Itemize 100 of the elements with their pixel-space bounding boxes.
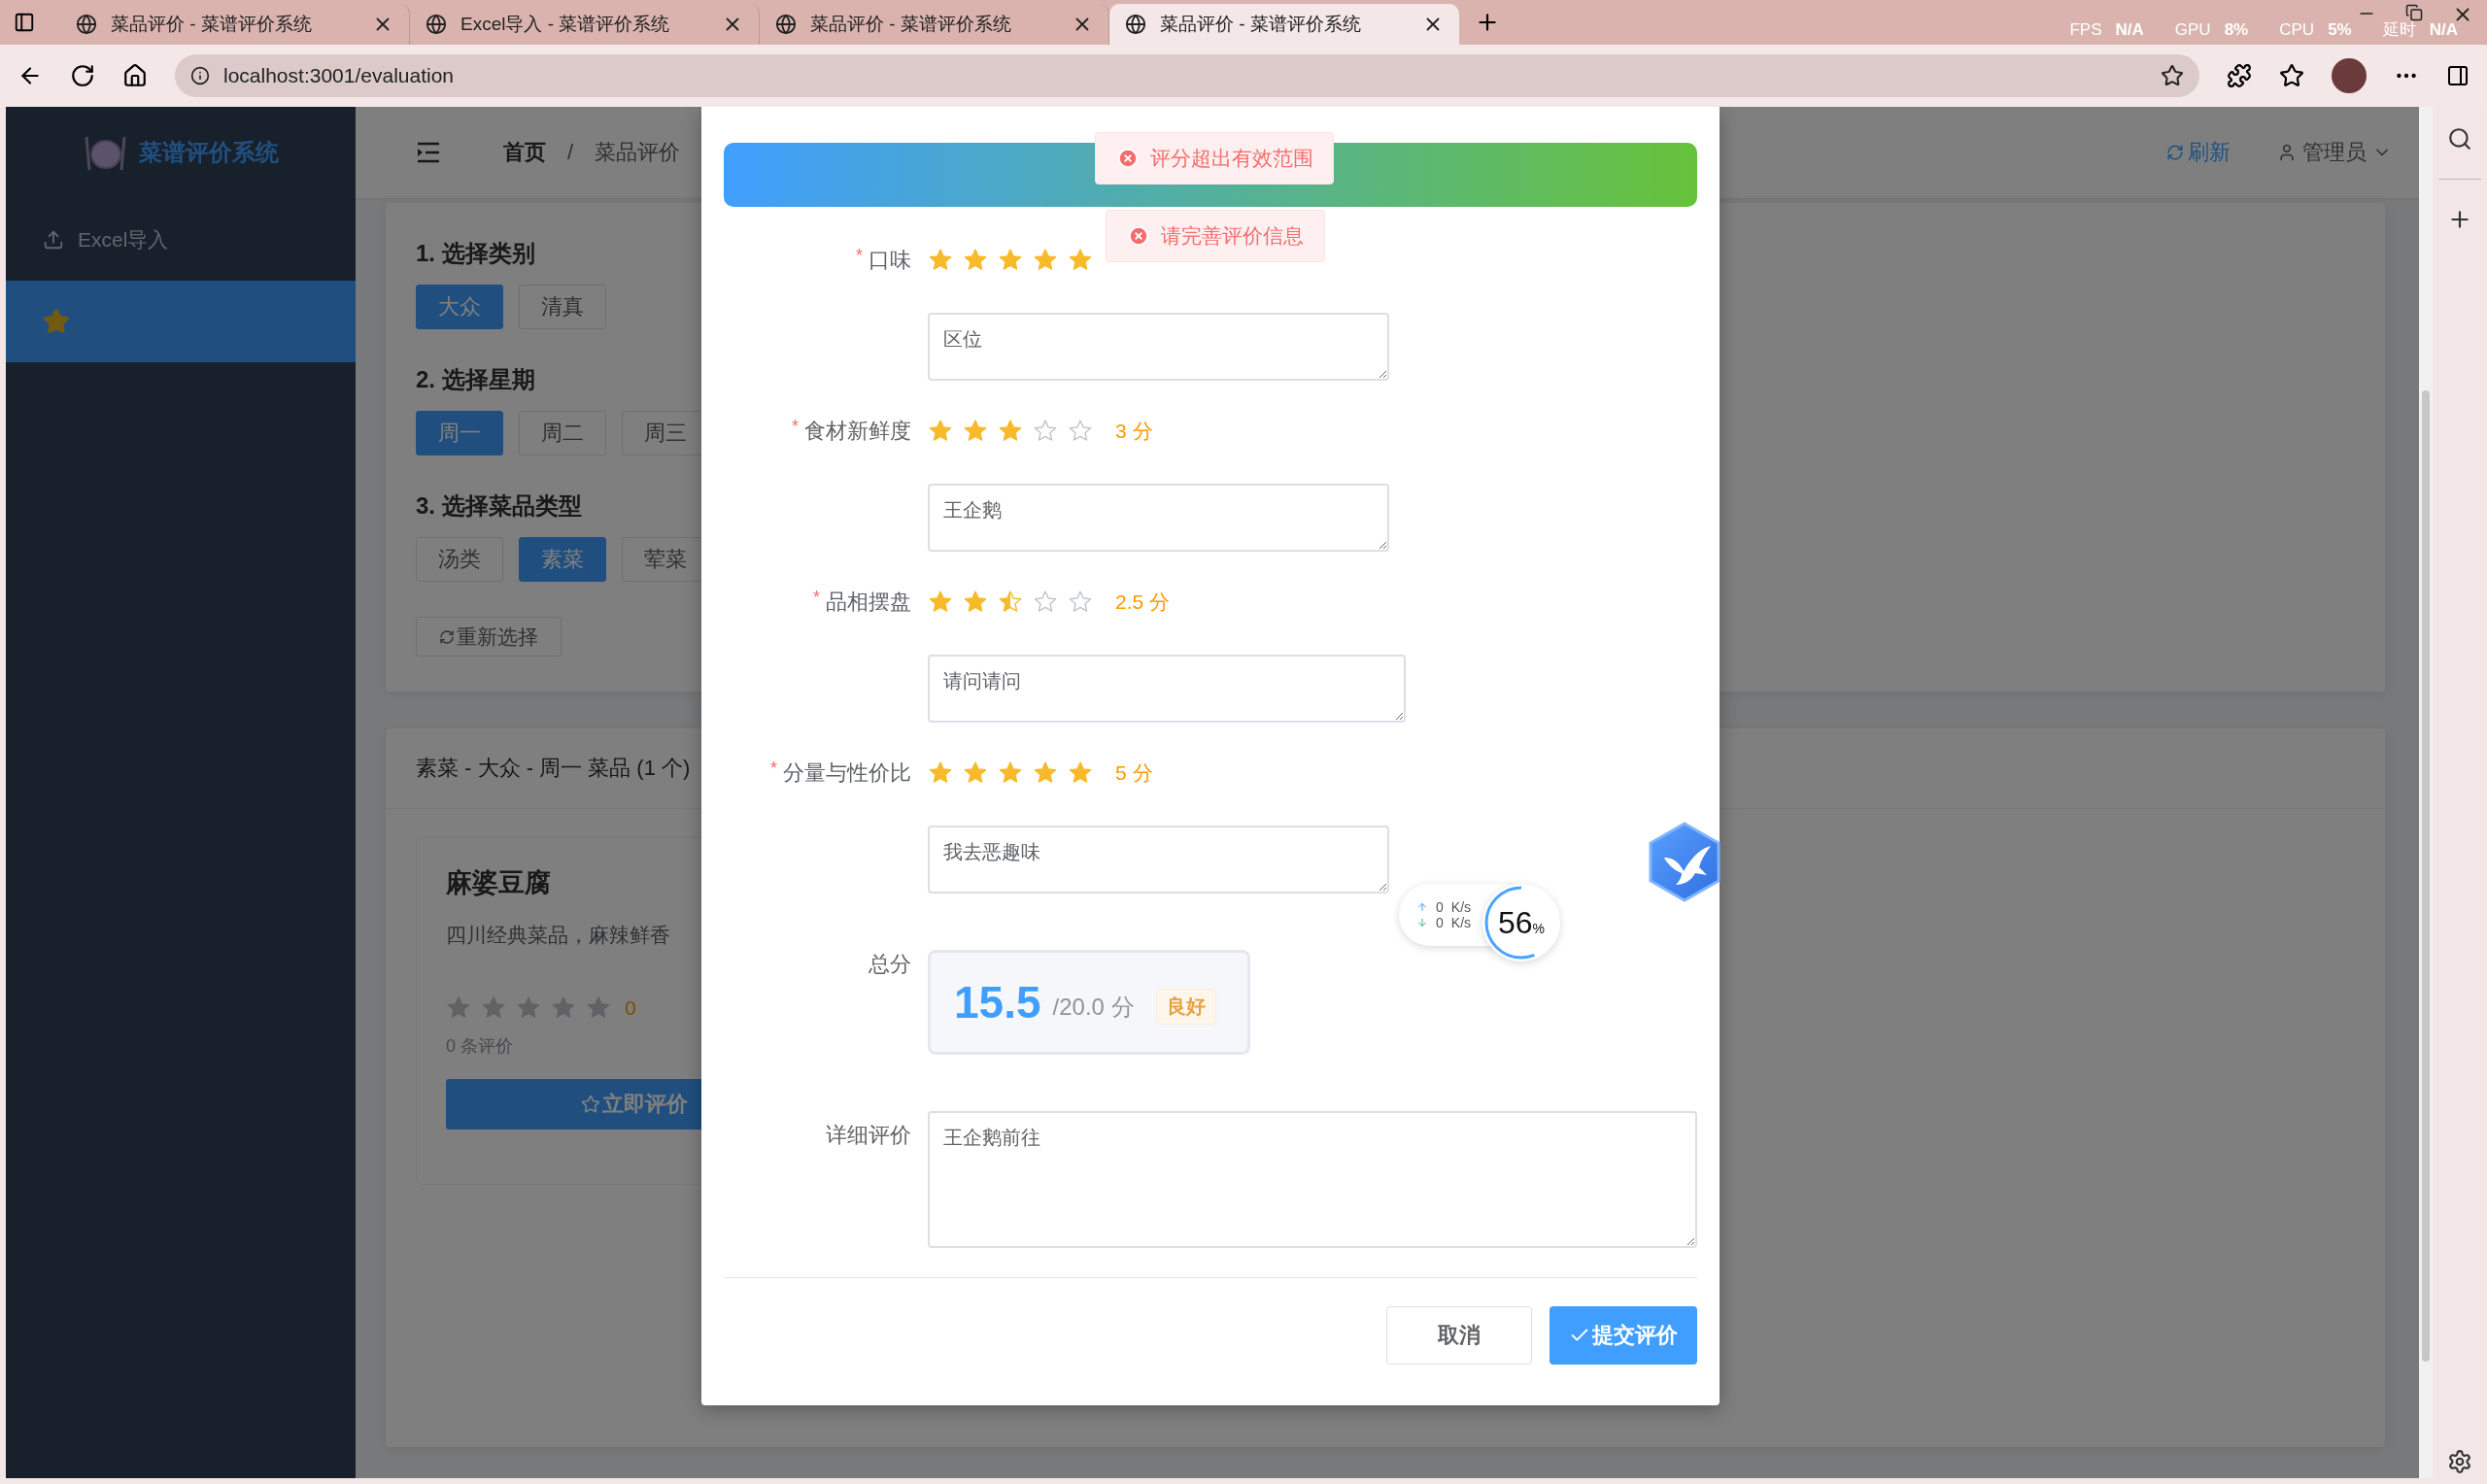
star-icon[interactable] bbox=[928, 760, 953, 786]
settings-icon[interactable] bbox=[2447, 1449, 2472, 1474]
star-icon bbox=[516, 995, 541, 1021]
field-label: 总分 bbox=[869, 951, 911, 978]
star-icon[interactable] bbox=[963, 590, 988, 615]
star-icon[interactable] bbox=[998, 419, 1023, 444]
globe-icon bbox=[76, 14, 97, 35]
user-menu[interactable]: 管理员 bbox=[2277, 138, 2392, 167]
stat-value: 5% bbox=[2328, 20, 2352, 40]
total-score: 15.5 bbox=[954, 976, 1041, 1029]
star-rating[interactable] bbox=[928, 248, 1093, 273]
star-icon[interactable] bbox=[998, 590, 1023, 615]
rating-value: 0 bbox=[625, 996, 636, 1020]
refresh-icon bbox=[439, 628, 455, 645]
comment-field[interactable]: 区位 bbox=[928, 313, 1389, 381]
speed-unit: K/s bbox=[1450, 915, 1472, 930]
refresh-icon bbox=[2166, 144, 2184, 161]
download-arrow-icon bbox=[1416, 917, 1428, 928]
app-logo-text: 菜谱评价系统 bbox=[139, 138, 279, 167]
comment-field[interactable]: 我去恶趣味 bbox=[928, 826, 1389, 894]
breadcrumb-current: 菜品评价 bbox=[595, 139, 681, 166]
star-icon[interactable] bbox=[1068, 419, 1093, 444]
info-icon[interactable] bbox=[190, 66, 210, 85]
menu-fold-icon[interactable] bbox=[416, 142, 441, 163]
dish-description: 四川经典菜品，麻辣鲜香 bbox=[446, 923, 671, 948]
stat-value: N/A bbox=[2429, 20, 2458, 40]
star-icon bbox=[551, 995, 576, 1021]
tab-actions-icon[interactable] bbox=[14, 12, 35, 33]
error-icon bbox=[1117, 148, 1139, 169]
score-text: 3 分 bbox=[1115, 419, 1153, 444]
address-bar[interactable]: localhost:3001/evaluation bbox=[175, 54, 2199, 97]
globe-icon bbox=[1125, 14, 1146, 35]
option-button[interactable]: 汤类 bbox=[416, 537, 503, 582]
required-mark: * bbox=[792, 417, 799, 438]
required-mark: * bbox=[813, 588, 820, 609]
usage-value: 56 bbox=[1497, 904, 1533, 941]
stat-label: 延时 bbox=[2382, 19, 2416, 41]
reload-icon[interactable] bbox=[70, 63, 95, 88]
field-label: 分量与性价比 bbox=[783, 759, 911, 787]
field-label: 详细评价 bbox=[826, 1122, 911, 1149]
sidebar-item[interactable]: Excel导入 bbox=[6, 199, 356, 281]
submit-button[interactable]: 提交评价 bbox=[1550, 1306, 1697, 1365]
max-score: /20.0 分 bbox=[1052, 993, 1135, 1022]
sidebar-icon[interactable] bbox=[2446, 64, 2470, 87]
star-icon[interactable] bbox=[998, 248, 1023, 273]
star-icon[interactable] bbox=[998, 760, 1023, 786]
field-label: 品相摆盘 bbox=[826, 589, 911, 616]
star-icon bbox=[43, 308, 70, 335]
comment-field[interactable]: 王企鹅 bbox=[928, 484, 1389, 552]
required-mark: * bbox=[770, 759, 777, 780]
user-icon bbox=[2277, 143, 2297, 162]
grade-tag: 良好 bbox=[1155, 988, 1216, 1025]
globe-icon bbox=[775, 14, 797, 35]
browser-tab[interactable]: 菜品评价 - 菜谱评价系统 bbox=[1109, 4, 1459, 45]
speed-unit: K/s bbox=[1450, 899, 1472, 915]
profile-avatar[interactable] bbox=[2332, 58, 2367, 93]
scrollbar-thumb[interactable] bbox=[2422, 390, 2430, 1362]
star-rating[interactable] bbox=[928, 590, 1093, 615]
breadcrumb-link[interactable]: 首页 bbox=[503, 138, 546, 167]
star-icon[interactable] bbox=[963, 419, 988, 444]
error-toast: 评分超出有效范围 bbox=[1095, 132, 1334, 185]
field-label: 食材新鲜度 bbox=[804, 418, 911, 445]
error-icon bbox=[1128, 225, 1149, 247]
detail-field[interactable]: 王企鹅前往 bbox=[928, 1111, 1697, 1248]
reset-button[interactable]: 重新选择 bbox=[416, 617, 562, 657]
search-icon[interactable] bbox=[2447, 126, 2472, 152]
stat-value: 8% bbox=[2224, 20, 2249, 40]
section-title: 1. 选择类别 bbox=[416, 239, 535, 268]
required-mark: * bbox=[856, 246, 863, 267]
star-icon[interactable] bbox=[963, 248, 988, 273]
stat-value: N/A bbox=[2115, 20, 2144, 40]
cancel-button[interactable]: 取消 bbox=[1386, 1306, 1532, 1365]
star-icon[interactable] bbox=[1033, 760, 1058, 786]
star-rating[interactable] bbox=[928, 419, 1093, 444]
star-icon[interactable] bbox=[928, 248, 953, 273]
stat-label: GPU bbox=[2174, 20, 2211, 40]
star-icon[interactable] bbox=[1033, 590, 1058, 615]
home-icon[interactable] bbox=[122, 63, 148, 88]
restore-icon[interactable] bbox=[2405, 4, 2423, 21]
extensions-icon[interactable] bbox=[2227, 63, 2252, 88]
upload-speed: 0 bbox=[1436, 899, 1444, 915]
upload-icon bbox=[43, 229, 64, 251]
star-icon[interactable] bbox=[1033, 248, 1058, 273]
star-icon[interactable] bbox=[1068, 760, 1093, 786]
dish-name: 麻婆豆腐 bbox=[446, 867, 552, 899]
star-icon[interactable] bbox=[963, 760, 988, 786]
star-icon[interactable] bbox=[2279, 63, 2304, 88]
star-icon[interactable] bbox=[928, 590, 953, 615]
star-rating[interactable] bbox=[928, 760, 1093, 786]
field-label: 口味 bbox=[869, 247, 911, 274]
star-icon[interactable] bbox=[2161, 64, 2184, 87]
star-icon[interactable] bbox=[1068, 590, 1093, 615]
star-icon[interactable] bbox=[928, 419, 953, 444]
star-icon[interactable] bbox=[1033, 419, 1058, 444]
star-icon[interactable] bbox=[1068, 248, 1093, 273]
option-button[interactable]: 清真 bbox=[519, 285, 606, 329]
comment-field[interactable]: 请问请问 bbox=[928, 655, 1406, 723]
option-button[interactable]: 周二 bbox=[519, 411, 606, 455]
bird-icon[interactable] bbox=[1647, 821, 1722, 903]
sidebar-item[interactable] bbox=[6, 281, 356, 362]
